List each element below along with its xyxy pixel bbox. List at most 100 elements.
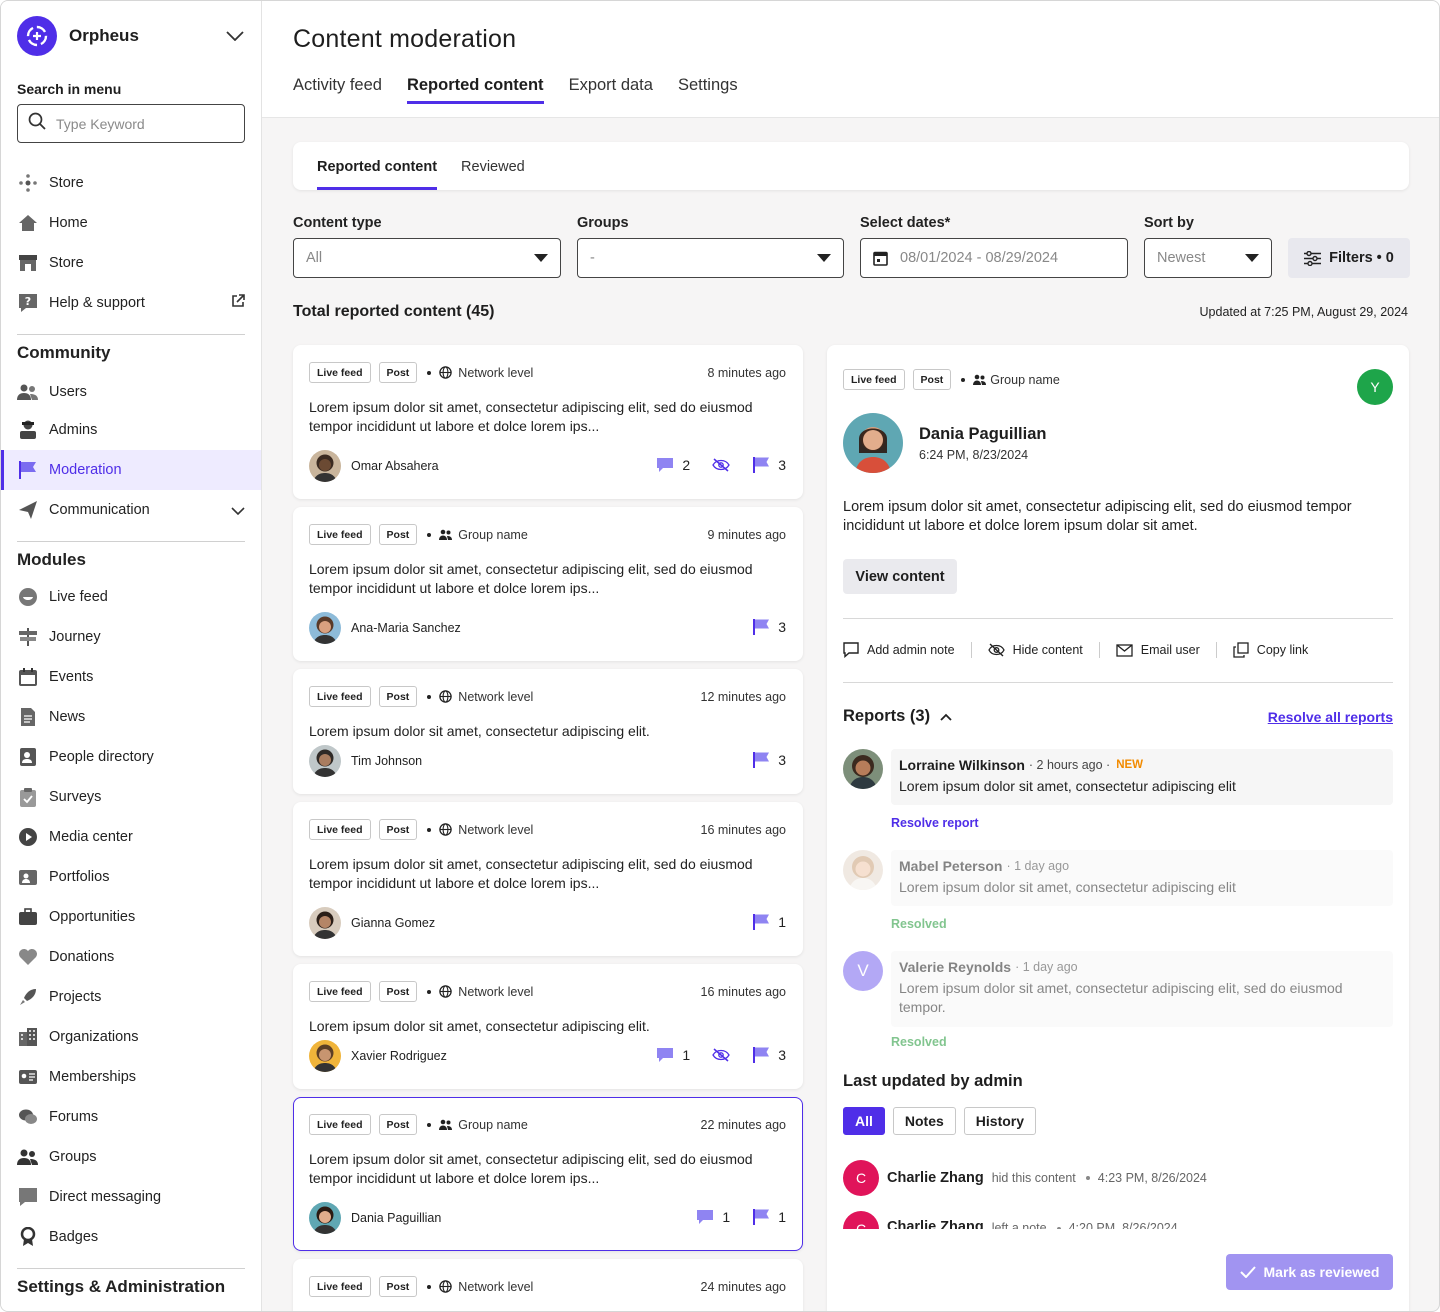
forum-icon bbox=[17, 1106, 39, 1128]
users-icon bbox=[17, 381, 39, 403]
tab-export-data[interactable]: Export data bbox=[569, 76, 653, 104]
sidebar-item-organizations[interactable]: Organizations bbox=[1, 1017, 261, 1057]
sidebar-item-store[interactable]: Store bbox=[1, 163, 261, 203]
pill-history[interactable]: History bbox=[963, 1107, 1037, 1135]
sidebar-item-label: Live feed bbox=[49, 589, 108, 605]
sidebar-item-label: Admins bbox=[49, 422, 98, 438]
reported-content-card[interactable]: Live feed Post Network level 8 minutes ago L… bbox=[293, 345, 803, 499]
sidebar-item-users[interactable]: Users bbox=[1, 372, 261, 412]
card-time: 22 minutes ago bbox=[700, 1118, 786, 1132]
sidebar-item-people-directory[interactable]: People directory bbox=[1, 737, 261, 777]
card-author: Xavier Rodriguez bbox=[309, 1040, 447, 1072]
separator-dot bbox=[961, 377, 966, 382]
mark-as-reviewed-button[interactable]: Mark as reviewed bbox=[1226, 1254, 1393, 1290]
chip-post: Post bbox=[378, 686, 418, 707]
search-field[interactable] bbox=[17, 104, 245, 143]
sidebar-item-label: Events bbox=[49, 669, 94, 685]
sidebar-item-groups[interactable]: Groups bbox=[1, 1137, 261, 1177]
groups-select[interactable]: - bbox=[577, 238, 844, 278]
chevron-down-icon[interactable] bbox=[225, 26, 245, 46]
pill-notes[interactable]: Notes bbox=[892, 1107, 956, 1135]
sidebar-item-portfolios[interactable]: Portfolios bbox=[1, 857, 261, 897]
hide-content-button[interactable]: Hide content bbox=[987, 643, 1083, 657]
copy-link-button[interactable]: Copy link bbox=[1233, 642, 1308, 658]
sidebar-item-news[interactable]: News bbox=[1, 697, 261, 737]
sidebar-item-journey[interactable]: Journey bbox=[1, 617, 261, 657]
card-author: Dania Paguillian bbox=[309, 1202, 441, 1234]
sidebar-item-communication[interactable]: Communication bbox=[1, 490, 261, 530]
brand-switcher[interactable]: Orpheus bbox=[17, 16, 245, 56]
chevron-down-icon[interactable] bbox=[231, 503, 245, 519]
sidebar-item-label: Surveys bbox=[49, 789, 102, 805]
document-icon bbox=[17, 706, 39, 728]
add-admin-note-button[interactable]: Add admin note bbox=[843, 642, 955, 658]
sidebar-item-media-center[interactable]: Media center bbox=[1, 817, 261, 857]
card-stats: 11 bbox=[674, 1208, 786, 1225]
report-body: Valerie Reynolds · 1 day ago Lorem ipsum … bbox=[891, 951, 1393, 1027]
content-type-select[interactable]: All bbox=[293, 238, 561, 278]
card-stats: 3 bbox=[730, 618, 786, 635]
svg-text:?: ? bbox=[25, 295, 31, 308]
sidebar-item-forums[interactable]: Forums bbox=[1, 1097, 261, 1137]
page-header: Content moderation Activity feed Reporte… bbox=[262, 1, 1439, 118]
message-icon bbox=[17, 1186, 39, 1208]
sidebar-item-live-feed[interactable]: Live feed bbox=[1, 577, 261, 617]
avatar bbox=[309, 612, 341, 644]
sidebar-item-home[interactable]: Home bbox=[1, 203, 261, 243]
tab-settings[interactable]: Settings bbox=[678, 76, 738, 104]
reported-content-card[interactable]: Live feed Post Network level 16 minutes ago… bbox=[293, 964, 803, 1089]
globe-icon bbox=[439, 366, 453, 379]
card-time: 9 minutes ago bbox=[707, 528, 786, 542]
sidebar-item-direct-messaging[interactable]: Direct messaging bbox=[1, 1177, 261, 1217]
action-label: Add admin note bbox=[867, 643, 955, 657]
search-input[interactable] bbox=[56, 115, 226, 132]
view-content-button[interactable]: View content bbox=[843, 559, 957, 594]
avatar bbox=[843, 749, 883, 789]
card-text: Lorem ipsum dolor sit amet, consectetur … bbox=[309, 1018, 650, 1034]
sidebar-item-opportunities[interactable]: Opportunities bbox=[1, 897, 261, 937]
flag-count: 3 bbox=[752, 456, 786, 473]
sidebar-item-events[interactable]: Events bbox=[1, 657, 261, 697]
flag-count: 1 bbox=[752, 913, 786, 930]
resolve-all-reports-link[interactable]: Resolve all reports bbox=[1268, 709, 1393, 725]
reported-content-card[interactable]: Live feed Post Group name 9 minutes ago Lore… bbox=[293, 507, 803, 661]
tab-activity-feed[interactable]: Activity feed bbox=[293, 76, 382, 104]
sort-select[interactable]: Newest bbox=[1144, 238, 1272, 278]
pill-all[interactable]: All bbox=[843, 1107, 885, 1135]
reports-header[interactable]: Reports (3) bbox=[843, 707, 952, 726]
resolve-report-link[interactable]: Resolve report bbox=[891, 816, 979, 830]
chip-post: Post bbox=[378, 981, 418, 1002]
brand-logo-icon bbox=[17, 16, 57, 56]
reported-content-card[interactable]: Live feed Post Group name 22 minutes ago Lor… bbox=[293, 1097, 803, 1251]
tab-reported-content[interactable]: Reported content bbox=[406, 76, 544, 104]
reported-content-card[interactable]: Live feed Post Network level 24 minutes ago bbox=[293, 1259, 803, 1311]
history-time: 4:20 PM, 8/26/2024 bbox=[1068, 1221, 1178, 1229]
flag-count-value: 3 bbox=[778, 1046, 786, 1063]
sidebar-item-admins[interactable]: Admins bbox=[1, 410, 261, 450]
sidebar-item-donations[interactable]: Donations bbox=[1, 937, 261, 977]
heart-icon bbox=[17, 946, 39, 968]
sidebar-item-badges[interactable]: Badges bbox=[1, 1217, 261, 1257]
assignee-avatar[interactable]: Y bbox=[1357, 369, 1393, 405]
reported-content-card[interactable]: Live feed Post Network level 16 minutes ago… bbox=[293, 802, 803, 956]
subtab-reported-content[interactable]: Reported content bbox=[317, 142, 438, 190]
sidebar-item-memberships[interactable]: Memberships bbox=[1, 1057, 261, 1097]
card-time: 16 minutes ago bbox=[700, 985, 786, 999]
email-user-button[interactable]: Email user bbox=[1116, 643, 1200, 657]
history-admin-name: Charlie Zhang bbox=[887, 1170, 984, 1186]
sidebar-item-projects[interactable]: Projects bbox=[1, 977, 261, 1017]
sidebar-item-store-2[interactable]: Store bbox=[1, 243, 261, 283]
badge-icon bbox=[17, 1226, 39, 1248]
card-time: 12 minutes ago bbox=[700, 690, 786, 704]
subtab-reviewed[interactable]: Reviewed bbox=[461, 142, 525, 190]
sidebar-item-surveys[interactable]: Surveys bbox=[1, 777, 261, 817]
reported-content-card[interactable]: Live feed Post Network level 12 minutes ago… bbox=[293, 669, 803, 794]
comment-icon bbox=[843, 642, 859, 658]
filters-button[interactable]: Filters • 0 bbox=[1288, 238, 1410, 278]
sidebar-item-moderation[interactable]: Moderation bbox=[1, 450, 261, 490]
caret-down-icon bbox=[1245, 250, 1259, 266]
date-range-picker[interactable]: 08/01/2024 - 08/29/2024 bbox=[860, 238, 1128, 278]
sidebar-item-help[interactable]: ? Help & support bbox=[1, 283, 261, 323]
card-meta: Live feed Post Group name bbox=[309, 1114, 528, 1135]
hidden-indicator bbox=[712, 1047, 730, 1062]
